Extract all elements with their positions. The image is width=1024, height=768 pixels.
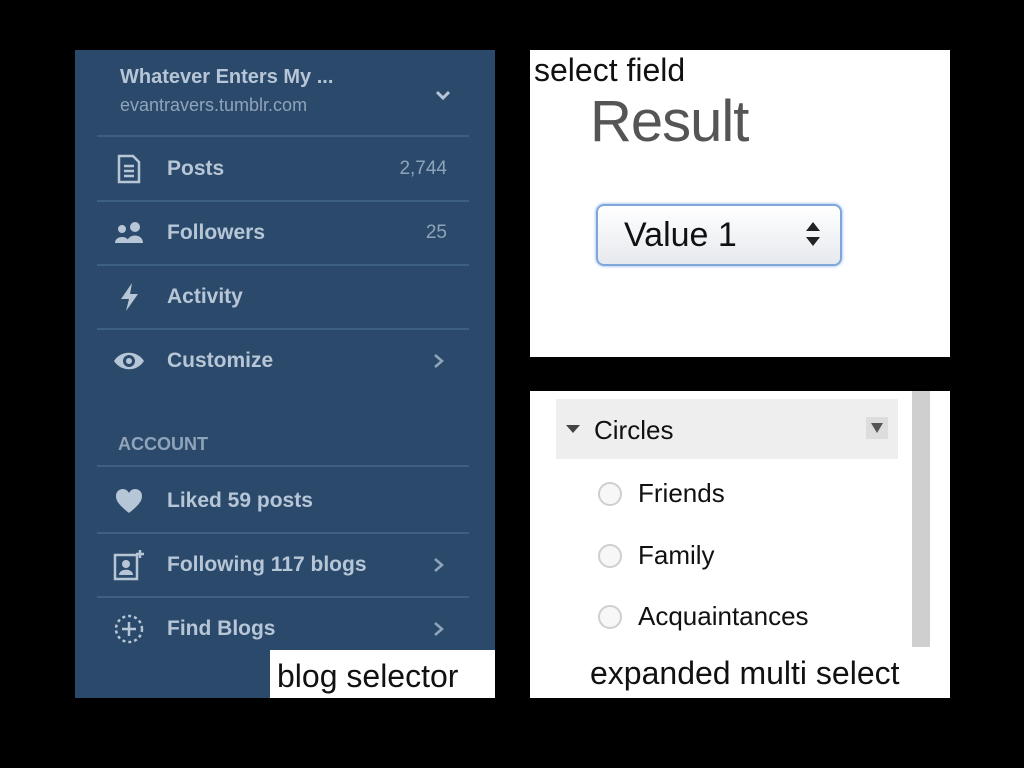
caption-gap xyxy=(530,649,584,698)
result-title: Result xyxy=(590,89,749,154)
menu-item-label: Liked 59 posts xyxy=(167,489,313,512)
option-label: Acquaintances xyxy=(638,601,809,631)
account-section-header: ACCOUNT xyxy=(118,434,208,454)
option-label: Friends xyxy=(638,478,725,508)
scrollbar[interactable] xyxy=(912,391,930,647)
menu-item-following[interactable]: Following 117 blogs xyxy=(97,533,469,597)
menu-item-label: Followers xyxy=(167,221,266,244)
collapse-triangle-icon[interactable] xyxy=(566,425,580,433)
selected-value: Value 1 xyxy=(624,216,737,254)
select-field-panel: select field Result Value 1 xyxy=(530,50,950,357)
menu-item-posts[interactable]: Posts 2,744 xyxy=(97,137,469,201)
menu-item-label: Posts xyxy=(167,157,225,180)
blog-selector-caption: blog selector xyxy=(277,658,459,694)
menu-item-activity[interactable]: Activity xyxy=(97,265,469,329)
option-label: Family xyxy=(638,540,715,570)
menu-item-label: Following 117 blogs xyxy=(167,553,367,576)
menu-item-label: Customize xyxy=(167,349,274,372)
blog-switcher[interactable]: Whatever Enters My ... evantravers.tumbl… xyxy=(120,66,450,136)
dropdown-arrow-icon[interactable] xyxy=(866,417,888,439)
radio-button[interactable] xyxy=(598,482,622,506)
chevron-right-icon xyxy=(434,622,444,636)
menu-item-label: Find Blogs xyxy=(167,617,276,640)
chevron-down-icon[interactable] xyxy=(436,88,450,102)
radio-button[interactable] xyxy=(598,544,622,568)
document-icon xyxy=(113,153,145,185)
menu-item-customize[interactable]: Customize xyxy=(97,329,469,393)
find-blogs-icon xyxy=(113,613,145,645)
lightning-icon xyxy=(113,281,145,313)
menu-item-liked[interactable]: Liked 59 posts xyxy=(97,469,469,533)
value-select[interactable]: Value 1 xyxy=(596,204,842,266)
chevron-right-icon xyxy=(434,558,444,572)
posts-count: 2,744 xyxy=(399,158,447,179)
add-person-icon xyxy=(113,549,145,581)
people-icon xyxy=(113,217,145,249)
blog-title: Whatever Enters My ... xyxy=(120,66,334,88)
updown-arrows-icon xyxy=(806,222,820,246)
circles-dropdown-header[interactable]: Circles xyxy=(556,399,898,459)
chevron-right-icon xyxy=(434,354,444,368)
divider xyxy=(97,465,469,467)
eye-icon xyxy=(113,345,145,377)
menu-item-label: Activity xyxy=(167,285,243,308)
blog-url: evantravers.tumblr.com xyxy=(120,95,308,115)
circles-label: Circles xyxy=(594,415,674,445)
radio-button[interactable] xyxy=(598,605,622,629)
multi-select-panel: Circles Friends Family Acquaintances exp… xyxy=(530,391,950,698)
heart-icon xyxy=(113,485,145,517)
blog-selector-panel: Whatever Enters My ... evantravers.tumbl… xyxy=(75,50,495,698)
select-field-caption: select field xyxy=(534,52,686,88)
multi-select-caption: expanded multi select xyxy=(590,655,900,691)
followers-count: 25 xyxy=(425,222,447,243)
menu-item-followers[interactable]: Followers 25 xyxy=(97,201,469,265)
